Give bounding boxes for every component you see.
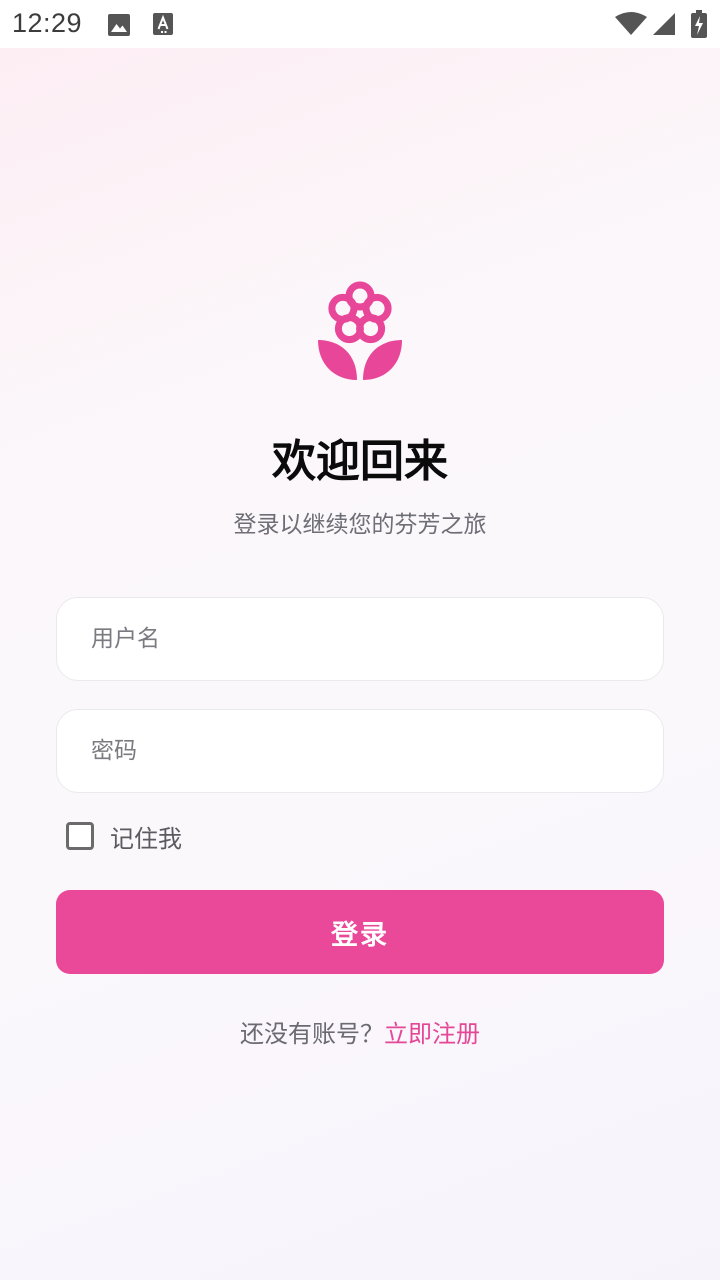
username-field xyxy=(56,597,664,681)
page-subtitle: 登录以继续您的芬芳之旅 xyxy=(233,512,487,538)
wifi-icon xyxy=(614,12,648,40)
battery-charging-icon xyxy=(691,10,707,42)
password-field xyxy=(56,709,664,793)
register-prompt: 还没有账号？ xyxy=(240,1020,384,1048)
remember-me-checkbox[interactable] xyxy=(66,822,94,850)
status-bar: 12:29 xyxy=(0,0,720,48)
cellular-signal-icon xyxy=(652,12,676,40)
remember-me-row[interactable]: 记住我 xyxy=(66,818,182,854)
status-time: 12:29 xyxy=(12,8,83,38)
page-title: 欢迎回来 xyxy=(272,436,448,487)
username-input[interactable] xyxy=(91,598,631,680)
flower-icon xyxy=(312,278,408,382)
remember-me-label[interactable]: 记住我 xyxy=(110,819,182,854)
password-input[interactable] xyxy=(91,710,631,792)
font-download-icon xyxy=(152,12,174,40)
image-icon xyxy=(107,13,131,41)
register-link[interactable]: 立即注册 xyxy=(384,1020,480,1048)
register-row: 还没有账号？立即注册 xyxy=(0,1016,720,1052)
login-button[interactable]: 登录 xyxy=(56,890,664,974)
